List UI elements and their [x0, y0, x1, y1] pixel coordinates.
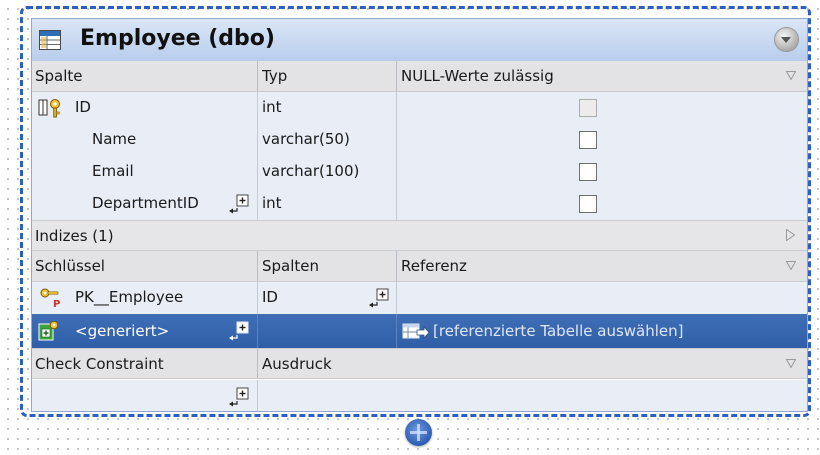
column-row-email[interactable]: Email varchar(100) — [32, 156, 807, 188]
column-name[interactable]: DepartmentID — [92, 188, 199, 220]
primary-key-icon: P — [40, 288, 60, 308]
svg-text:P: P — [53, 299, 60, 308]
title-bar[interactable]: Employee (dbo) — [32, 19, 807, 62]
column-row-id[interactable]: ID int — [32, 92, 807, 124]
primary-key-icon — [38, 99, 60, 118]
column-name[interactable]: Name — [92, 124, 136, 156]
header-ausdruck: Ausdruck — [262, 355, 332, 373]
nullable-checkbox[interactable] — [579, 195, 597, 213]
index-row-generated[interactable]: <generiert> [referenzierte Tabelle auswä… — [32, 314, 807, 348]
chevron-down-icon[interactable] — [786, 359, 796, 368]
index-row-pk[interactable]: P PK__Employee ID — [32, 282, 807, 314]
indexes-title: Indizes (1) — [35, 227, 114, 245]
collapse-circle-icon[interactable] — [774, 27, 799, 52]
expand-plus-icon[interactable] — [368, 286, 390, 310]
expand-plus-icon[interactable] — [228, 319, 250, 343]
chevron-down-icon[interactable] — [786, 261, 796, 270]
header-spalten: Spalten — [262, 257, 320, 275]
table-title: Employee (dbo) — [80, 26, 275, 51]
columns-header-row: Spalte Typ NULL-Werte zulässig — [32, 61, 807, 92]
nullable-checkbox[interactable] — [579, 163, 597, 181]
header-check-constraint: Check Constraint — [35, 355, 164, 373]
column-type[interactable]: int — [262, 188, 282, 220]
expand-plus-icon[interactable] — [228, 385, 250, 409]
check-constraint-row[interactable] — [32, 380, 807, 411]
add-circle-icon[interactable] — [405, 419, 432, 446]
chevron-down-icon[interactable] — [786, 71, 796, 80]
indexes-section-header[interactable]: Indizes (1) — [32, 220, 807, 251]
header-spalte: Spalte — [35, 67, 83, 85]
table-icon — [39, 30, 61, 50]
check-constraint-header-row: Check Constraint Ausdruck — [32, 348, 807, 379]
column-type[interactable]: varchar(50) — [262, 124, 350, 156]
chevron-right-icon[interactable] — [786, 229, 795, 241]
nullable-checkbox[interactable] — [579, 131, 597, 149]
header-schluessel: Schlüssel — [35, 257, 105, 275]
column-row-departmentid[interactable]: DepartmentID int — [32, 188, 807, 220]
header-typ: Typ — [262, 67, 288, 85]
nullable-checkbox — [579, 99, 597, 117]
column-name[interactable]: Email — [92, 156, 134, 188]
header-referenz: Referenz — [401, 257, 467, 275]
index-key-name[interactable]: PK__Employee — [75, 282, 183, 314]
indexes-header-row: Schlüssel Spalten Referenz — [32, 251, 807, 282]
column-type[interactable]: varchar(100) — [262, 156, 359, 188]
index-key-name[interactable]: <generiert> — [75, 314, 169, 348]
select-referenced-table-link[interactable]: [referenzierte Tabelle auswählen] — [433, 314, 684, 348]
header-null-werte: NULL-Werte zulässig — [401, 67, 554, 85]
column-name[interactable]: ID — [75, 92, 91, 124]
column-type[interactable]: int — [262, 92, 282, 124]
expand-plus-icon[interactable] — [228, 192, 250, 216]
index-columns[interactable]: ID — [262, 282, 278, 314]
generated-key-icon — [38, 320, 59, 341]
referenced-table-icon — [402, 323, 430, 340]
column-row-name[interactable]: Name varchar(50) — [32, 124, 807, 156]
table-design-box: Employee (dbo) Spalte Typ NULL-Werte zul… — [31, 18, 808, 412]
